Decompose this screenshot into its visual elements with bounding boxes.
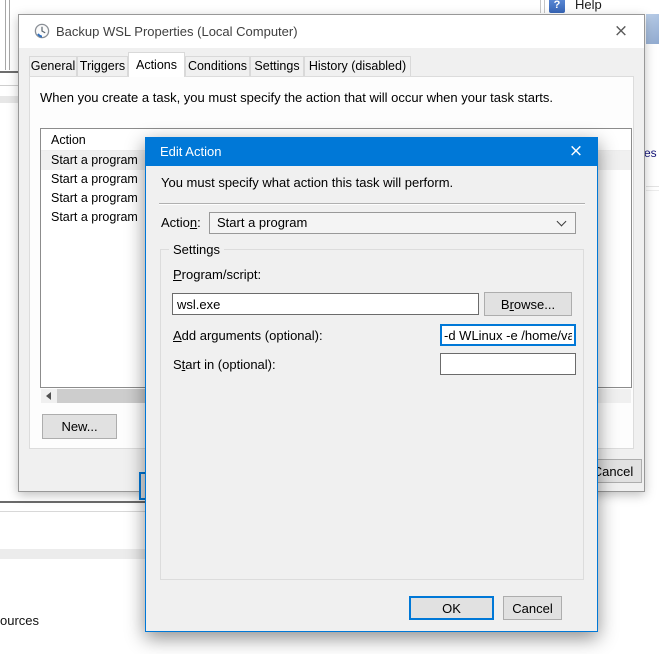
start-in-input[interactable] (440, 353, 576, 375)
close-icon[interactable]: × (606, 20, 636, 44)
program-script-label: Program/script: (173, 267, 261, 282)
start-in-label: Start in (optional): (173, 357, 276, 372)
edit-action-title: Edit Action (160, 144, 221, 159)
add-arguments-input[interactable] (440, 324, 576, 346)
action-type-select[interactable]: Start a program (209, 212, 576, 234)
background-scrollbar-fragment (5, 0, 10, 70)
tab-history-disabled[interactable]: History (disabled) (304, 56, 411, 77)
tab-actions[interactable]: Actions (128, 52, 185, 77)
tab-general[interactable]: General (29, 56, 77, 77)
background-list-row (0, 549, 145, 559)
cancel-button[interactable]: Cancel (503, 596, 562, 620)
program-script-input[interactable] (172, 293, 479, 315)
settings-group-label: Settings (169, 242, 224, 257)
edit-action-dialog: Edit Action × You must specify what acti… (145, 137, 598, 632)
edit-action-titlebar: Edit Action × (146, 138, 597, 166)
tab-conditions[interactable]: Conditions (185, 56, 250, 77)
background-image-fragment (646, 14, 659, 44)
new-button[interactable]: New... (42, 414, 117, 439)
help-menu-item[interactable]: Help (575, 0, 602, 12)
action-label: Action: (161, 215, 201, 230)
help-icon[interactable]: ? (549, 0, 565, 13)
actions-intro-text: When you create a task, you must specify… (40, 90, 553, 105)
settings-group: Settings Program/script: Browse... Add a… (160, 249, 584, 580)
toolbar-separator (540, 0, 541, 13)
background-divider (646, 186, 659, 187)
properties-dialog-title: Backup WSL Properties (Local Computer) (56, 24, 298, 39)
toolbar-separator (544, 0, 545, 13)
tab-triggers[interactable]: Triggers (77, 56, 128, 77)
divider (159, 203, 585, 205)
background-band (0, 96, 18, 103)
ok-button[interactable]: OK (409, 596, 494, 620)
task-scheduler-icon (34, 23, 50, 39)
edit-action-info-text: You must specify what action this task w… (161, 175, 453, 190)
background-divider (646, 190, 659, 191)
background-window-edge (0, 501, 145, 503)
add-arguments-label: Add arguments (optional): (173, 328, 323, 343)
close-icon[interactable]: × (555, 138, 597, 166)
background-divider (0, 85, 18, 86)
scroll-left-icon[interactable] (41, 389, 56, 403)
background-divider (0, 511, 145, 512)
properties-titlebar: Backup WSL Properties (Local Computer) × (19, 15, 644, 48)
background-divider (0, 71, 18, 73)
action-type-value: Start a program (217, 215, 307, 230)
browse-button[interactable]: Browse... (484, 292, 572, 316)
tab-settings[interactable]: Settings (250, 56, 304, 77)
background-partial-text: ources (0, 613, 39, 628)
background-partial-text: es (644, 146, 657, 160)
chevron-down-icon (557, 217, 567, 227)
